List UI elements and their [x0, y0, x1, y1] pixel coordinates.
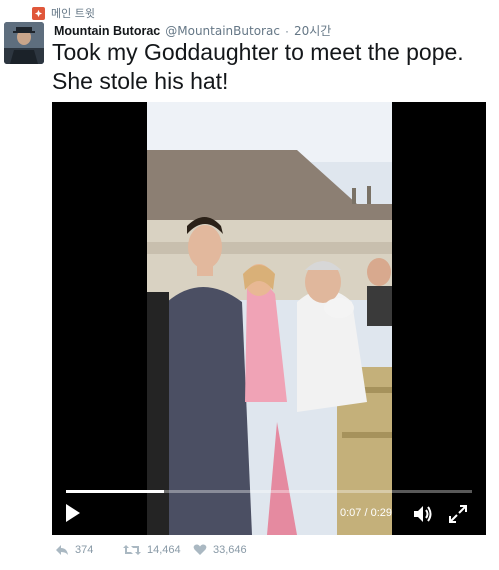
play-icon[interactable] — [64, 503, 82, 523]
tweet-timestamp[interactable]: 20시간 — [294, 22, 331, 39]
avatar[interactable] — [4, 22, 44, 64]
user-handle[interactable]: @MountainButorac — [165, 24, 280, 38]
reply-button[interactable]: 374 — [55, 544, 123, 556]
reply-icon — [55, 544, 69, 556]
retweet-icon — [123, 544, 141, 556]
tweet-text: Took my Goddaughter to meet the pope. Sh… — [52, 39, 464, 94]
video-progress-fill — [66, 490, 164, 493]
heart-icon — [193, 544, 207, 556]
separator-dot: · — [284, 24, 289, 38]
volume-icon[interactable] — [412, 504, 434, 524]
tweet-actions: 374 14,464 33,646 — [55, 544, 247, 556]
main-tweet-label: 메인 트윗 — [51, 7, 95, 20]
retweet-button[interactable]: 14,464 — [123, 544, 193, 556]
video-timecode: 0:07 / 0:29 — [340, 507, 392, 519]
main-tweet-header: 메인 트윗 — [32, 5, 95, 21]
video-progress-bar[interactable] — [66, 490, 472, 493]
video-player[interactable]: 0:07 / 0:29 — [52, 102, 486, 535]
tweet-header: Mountain Butorac @MountainButorac · 20시간 — [54, 22, 331, 39]
like-count: 33,646 — [213, 544, 247, 556]
user-name[interactable]: Mountain Butorac — [54, 24, 160, 38]
fullscreen-icon[interactable] — [448, 504, 468, 524]
video-frame — [147, 102, 392, 535]
like-button[interactable]: 33,646 — [193, 544, 247, 556]
moment-icon — [32, 6, 45, 20]
retweet-count: 14,464 — [147, 544, 181, 556]
reply-count: 374 — [75, 544, 94, 556]
